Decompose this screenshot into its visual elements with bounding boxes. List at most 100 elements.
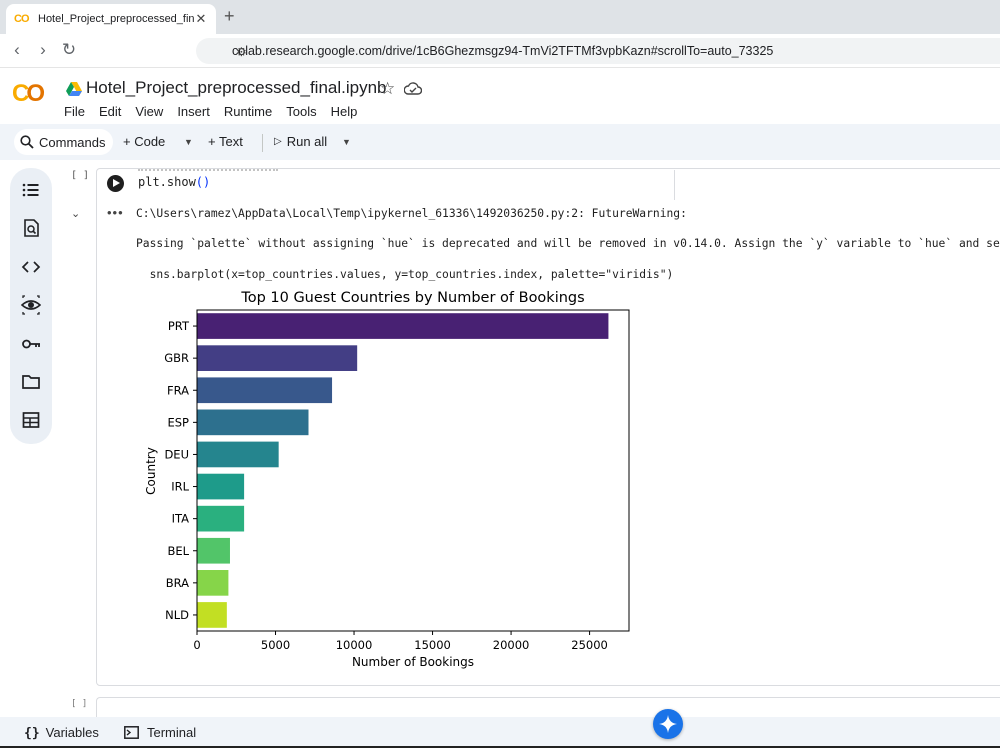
next-cell[interactable] (96, 697, 1000, 717)
toolbar-divider (262, 134, 263, 152)
y-tick-label: DEU (164, 447, 189, 461)
menu-edit[interactable]: Edit (99, 104, 121, 119)
variables-label: Variables (45, 725, 99, 740)
code-output-divider (674, 170, 675, 200)
reload-icon[interactable]: ↻ (58, 40, 80, 60)
y-tick-label: BRA (166, 576, 189, 590)
back-arrow-icon[interactable]: ‹ (6, 40, 28, 60)
code-snippets-icon[interactable] (21, 257, 41, 277)
data-table-icon[interactable] (21, 410, 41, 430)
url-text: colab.research.google.com/drive/1cB6Ghez… (232, 44, 774, 58)
y-tick-label: ESP (167, 415, 189, 429)
browser-tab-strip: CO Hotel_Project_preprocessed_final.ipyn… (0, 0, 1000, 34)
y-tick-label: ITA (172, 512, 190, 526)
terminal-icon (124, 726, 139, 739)
output-code-echo: sns.barplot(x=top_countries.values, y=to… (136, 268, 674, 281)
y-tick-label: GBR (164, 351, 189, 365)
code-text: plt.show (138, 175, 196, 189)
bar-prt (197, 313, 609, 339)
run-all-label: Run all (286, 134, 328, 149)
secrets-key-icon[interactable] (21, 334, 41, 354)
notebook-toolbar: Commands + Code ▼ + Text ▷ Run all ▼ (0, 124, 1000, 160)
add-code-dropdown-icon[interactable]: ▼ (184, 137, 193, 147)
add-code-label: + Code (123, 134, 166, 149)
x-tick-label: 5000 (261, 638, 290, 652)
previous-code-line (138, 169, 278, 172)
chart-title: Top 10 Guest Countries by Number of Book… (240, 290, 584, 306)
output-warning-path: C:\Users\ramez\AppData\Local\Temp\ipyker… (136, 207, 687, 220)
y-axis-label: Country (144, 447, 158, 495)
x-tick-label: 0 (193, 638, 200, 652)
run-all-button[interactable]: ▷ Run all (274, 134, 327, 149)
add-text-button[interactable]: + Text (208, 134, 243, 149)
files-folder-icon[interactable] (21, 372, 41, 392)
x-tick-label: 15000 (414, 638, 451, 652)
cloud-saved-icon[interactable] (404, 81, 422, 95)
menu-runtime[interactable]: Runtime (224, 104, 272, 119)
find-icon[interactable] (21, 218, 41, 238)
y-tick-label: BEL (167, 544, 189, 558)
y-tick-label: NLD (165, 608, 189, 622)
colab-logo[interactable]: CO (12, 80, 45, 108)
menu-insert[interactable]: Insert (177, 104, 210, 119)
menu-help[interactable]: Help (331, 104, 358, 119)
forward-arrow-icon[interactable]: › (32, 40, 54, 60)
status-bar: {} Variables Terminal (0, 717, 1000, 748)
output-menu-icon[interactable]: ••• (107, 205, 124, 220)
tab-title: Hotel_Project_preprocessed_final.ipynb (38, 13, 194, 25)
menu-tools[interactable]: Tools (286, 104, 316, 119)
next-execution-count: [ ] (71, 699, 88, 709)
code-editor[interactable]: plt.show() (138, 175, 210, 189)
colab-favicon-icon: CO (14, 13, 30, 25)
bar-bel (197, 537, 230, 564)
browser-tab[interactable]: CO Hotel_Project_preprocessed_final.ipyn… (6, 4, 216, 34)
add-text-label: + Text (208, 134, 243, 149)
output-warning-message: Passing `palette` without assigning `hue… (136, 237, 1000, 250)
google-drive-icon[interactable] (66, 82, 82, 96)
gemini-button[interactable] (653, 709, 683, 739)
x-axis-label: Number of Bookings (352, 655, 474, 669)
bar-gbr (197, 345, 358, 371)
site-settings-icon[interactable]: ⚙ (236, 45, 247, 59)
menu-file[interactable]: File (64, 104, 85, 119)
new-tab-button[interactable]: + (224, 6, 235, 27)
commands-button[interactable]: Commands (14, 129, 114, 155)
run-all-dropdown-icon[interactable]: ▼ (342, 137, 351, 147)
star-icon[interactable]: ☆ (380, 79, 395, 99)
search-icon (20, 135, 34, 149)
bar-chart: Top 10 Guest Countries by Number of Book… (144, 290, 630, 669)
bar-bra (197, 570, 229, 596)
toc-icon[interactable] (21, 180, 41, 200)
menu-view[interactable]: View (135, 104, 163, 119)
code-parens: () (195, 175, 211, 189)
commands-label: Commands (39, 134, 106, 150)
url-input[interactable]: colab.research.google.com/drive/1cB6Ghez… (196, 38, 1000, 64)
bar-ita (197, 505, 245, 532)
y-tick-label: FRA (167, 383, 189, 397)
y-tick-label: IRL (171, 480, 189, 494)
side-rail (10, 168, 52, 444)
variables-inspector-icon[interactable] (21, 295, 41, 315)
menu-bar: File Edit View Insert Runtime Tools Help (64, 104, 357, 119)
gemini-sparkle-icon (659, 715, 677, 733)
run-all-play-icon: ▷ (274, 136, 282, 147)
x-tick-label: 10000 (336, 638, 373, 652)
run-cell-button[interactable] (107, 175, 124, 192)
bar-nld (197, 602, 227, 628)
bar-fra (197, 377, 333, 404)
terminal-button[interactable]: Terminal (124, 725, 196, 740)
execution-count: [ ] (71, 170, 90, 181)
x-tick-label: 25000 (571, 638, 608, 652)
y-tick-label: PRT (168, 319, 190, 333)
braces-icon: {} (24, 726, 40, 741)
terminal-label: Terminal (147, 725, 197, 740)
bar-esp (197, 409, 309, 436)
bar-irl (197, 473, 245, 500)
x-tick-label: 20000 (493, 638, 530, 652)
add-code-button[interactable]: + Code (123, 134, 165, 149)
variables-button[interactable]: {} Variables (24, 725, 99, 741)
close-tab-icon[interactable]: ✕ (194, 11, 208, 27)
collapse-output-icon[interactable]: ⌄ (71, 207, 80, 220)
address-bar: ‹ › ↻ colab.research.google.com/drive/1c… (0, 34, 1000, 68)
notebook-title[interactable]: Hotel_Project_preprocessed_final.ipynb (86, 78, 387, 98)
